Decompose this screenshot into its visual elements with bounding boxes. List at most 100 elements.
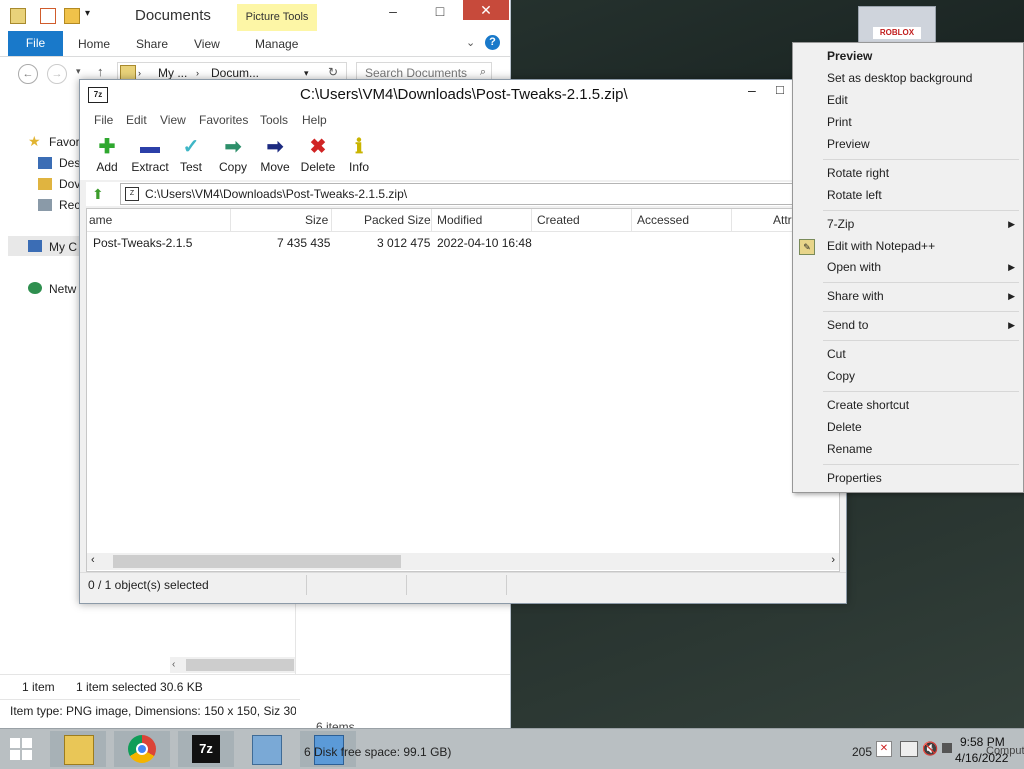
context-menu: Preview Set as desktop background Edit P… [792,42,1024,493]
clock-date[interactable]: 4/16/2022 [955,751,1008,765]
menu-item-cut[interactable]: Cut [827,347,846,361]
copy-button[interactable]: ➡ Copy [216,134,250,178]
tab-share[interactable]: Share [136,37,168,51]
column-modified[interactable]: Modified [437,213,482,227]
server-manager-icon [252,735,282,765]
menu-item-copy[interactable]: Copy [827,369,855,383]
extract-button[interactable]: ▬ Extract [128,134,172,178]
menu-item-rotate-right[interactable]: Rotate right [827,166,889,180]
menu-item-open-with[interactable]: Open with [827,260,881,274]
menu-item-delete[interactable]: Delete [827,420,862,434]
row-name: Post-Tweaks-2.1.5 [93,236,193,250]
contextual-tab-picture-tools: Picture Tools [237,4,317,31]
folder-up-icon[interactable]: ⬆ [92,186,108,202]
column-separator[interactable] [731,209,732,231]
minimize-button[interactable]: – [748,82,756,98]
column-attributes[interactable]: Attr [773,213,792,227]
menu-tools[interactable]: Tools [260,113,288,127]
network-tray-icon[interactable] [900,741,918,757]
tab-file[interactable]: File [8,31,63,56]
test-button[interactable]: ✓ Test [176,134,206,178]
menu-item-create-shortcut[interactable]: Create shortcut [827,398,909,412]
scroll-left-icon[interactable]: ‹ [91,554,95,566]
column-separator[interactable] [431,209,432,231]
move-button[interactable]: ➡ Move [258,134,292,178]
scroll-left-icon[interactable]: ‹ [172,659,175,670]
nav-item-downloads[interactable]: Dov [59,177,80,191]
menu-item-send-to[interactable]: Send to [827,318,868,332]
tab-manage[interactable]: Manage [255,37,298,51]
taskbar-chrome[interactable] [114,731,170,767]
address-dropdown-icon[interactable]: ▾ [304,68,309,79]
menu-item-print[interactable]: Print [827,115,852,129]
help-icon[interactable]: ? [485,35,500,50]
maximize-button[interactable]: □ [417,0,463,22]
properties-icon[interactable] [40,8,56,24]
taskbar-7zip[interactable]: 7z [178,731,234,767]
tab-view[interactable]: View [194,37,220,51]
up-arrow-icon[interactable]: ↑ [97,64,104,79]
scrollbar-thumb[interactable] [186,659,294,671]
clock-time[interactable]: 9:58 PM [960,735,1005,749]
menu-item-rename[interactable]: Rename [827,442,872,456]
column-size[interactable]: Size [305,213,328,227]
taskbar: 7z 6 Disk free space: 99.1 GB) 205 ✕ 🔇 C… [0,728,1024,769]
taskbar-app[interactable] [238,731,294,767]
address-part[interactable]: My ... [158,66,187,80]
7zip-logo-icon: 7z [88,87,108,103]
nav-item-network[interactable]: Netw [49,282,76,296]
quick-access-dropdown-icon[interactable]: ▾ [85,8,90,19]
nav-item-favorites[interactable]: Favor [49,135,80,149]
menu-item-properties[interactable]: Properties [827,471,882,485]
volume-muted-icon[interactable]: 🔇 [922,741,938,757]
column-accessed[interactable]: Accessed [637,213,689,227]
maximize-button[interactable]: □ [776,82,784,97]
action-center-icon[interactable]: ✕ [876,741,892,757]
windows-start-icon[interactable] [4,735,38,763]
menu-item-rotate-left[interactable]: Rotate left [827,188,882,202]
menu-item-share-with[interactable]: Share with [827,289,884,303]
back-button[interactable]: ← [18,64,38,84]
menu-separator [823,340,1019,341]
menu-favorites[interactable]: Favorites [199,113,248,127]
nav-item-recent[interactable]: Rec [59,198,80,212]
menu-item-edit[interactable]: Edit [827,93,848,107]
add-button[interactable]: ✚ Add [90,134,124,178]
horizontal-scrollbar[interactable]: ‹ › [87,553,839,570]
new-folder-icon[interactable] [64,8,80,24]
column-packed-size[interactable]: Packed Size [364,213,431,227]
plus-icon: ✚ [98,136,116,158]
scrollbar-thumb[interactable] [113,555,401,568]
column-name[interactable]: ame [89,213,112,227]
taskbar-status-text: 6 Disk free space: 99.1 GB) [304,745,452,759]
menu-item-edit-with-notepadpp[interactable]: Edit with Notepad++ [827,239,935,253]
column-separator[interactable] [331,209,332,231]
column-separator[interactable] [230,209,231,231]
menu-edit[interactable]: Edit [126,113,147,127]
menu-help[interactable]: Help [302,113,327,127]
recent-dropdown-icon[interactable]: ▾ [76,66,81,77]
column-separator[interactable] [631,209,632,231]
delete-button[interactable]: ✖ Delete [299,134,337,178]
menu-item-set-desktop-background[interactable]: Set as desktop background [827,71,972,85]
column-separator[interactable] [531,209,532,231]
nav-item-my-computer[interactable]: My C [49,240,77,254]
menu-file[interactable]: File [94,113,113,127]
nav-item-desktop[interactable]: Des [59,156,80,170]
close-button[interactable]: ✕ [463,0,509,20]
minimize-button[interactable]: – [370,0,416,22]
menu-item-preview[interactable]: Preview [827,137,870,151]
info-button[interactable]: ℹ Info [345,134,373,178]
scroll-right-icon[interactable]: › [831,554,835,566]
menu-item-7zip[interactable]: 7-Zip [827,217,854,231]
address-part[interactable]: Docum... [211,66,259,80]
column-created[interactable]: Created [537,213,580,227]
tray-icon[interactable] [942,743,952,753]
taskbar-explorer[interactable] [50,731,106,767]
forward-button[interactable]: → [47,64,67,84]
tab-home[interactable]: Home [78,37,110,51]
menu-view[interactable]: View [160,113,186,127]
ribbon-expand-icon[interactable]: ⌄ [466,36,475,49]
menu-item-preview-default[interactable]: Preview [827,49,872,63]
path-input[interactable]: Z C:\Users\VM4\Downloads\Post-Tweaks-2.1… [120,183,842,205]
